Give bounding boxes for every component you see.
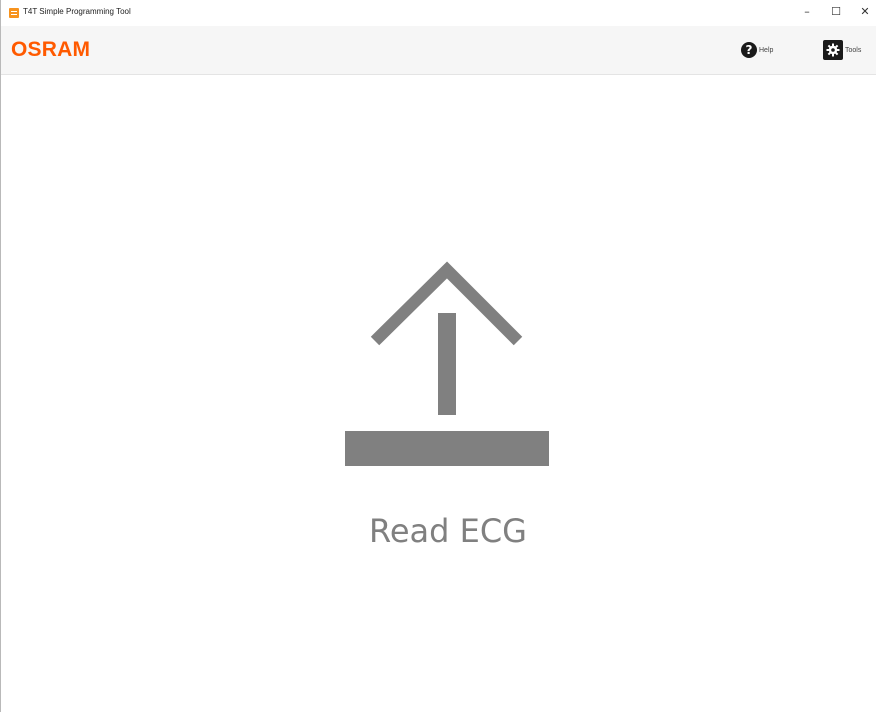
gear-icon <box>823 40 843 60</box>
app-icon <box>9 8 19 18</box>
app-header: OSRAM ? Help Tools <box>1 26 876 75</box>
osram-logo: OSRAM <box>11 38 91 61</box>
minimize-button[interactable]: – <box>796 4 818 20</box>
title-bar[interactable]: T4T Simple Programming Tool – ☐ ✕ <box>1 0 876 26</box>
tools-button[interactable]: Tools <box>823 40 861 60</box>
window-title: T4T Simple Programming Tool <box>23 7 131 16</box>
read-ecg-label: Read ECG <box>369 512 527 550</box>
help-button[interactable]: ? Help <box>741 40 773 60</box>
tools-label: Tools <box>845 46 862 54</box>
close-button[interactable]: ✕ <box>854 4 876 20</box>
app-window: T4T Simple Programming Tool – ☐ ✕ OSRAM … <box>0 0 876 712</box>
read-ecg-button[interactable]: Read ECG <box>341 260 555 560</box>
main-content: Read ECG <box>1 75 876 712</box>
upload-arrow-icon <box>345 261 549 466</box>
question-circle-icon: ? <box>741 42 757 58</box>
maximize-button[interactable]: ☐ <box>825 4 847 20</box>
help-label: Help <box>759 46 774 54</box>
